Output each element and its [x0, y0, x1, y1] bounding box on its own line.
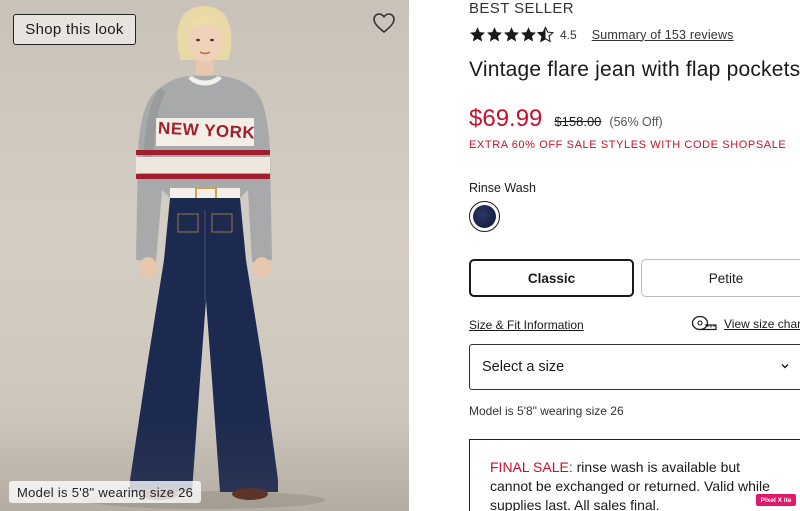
rating-summary: 4.5 Summary of 153 reviews [469, 26, 734, 43]
shop-this-look-button[interactable]: Shop this look [13, 14, 136, 45]
star-full-icon [504, 27, 519, 42]
tape-measure-icon [691, 315, 717, 331]
color-label: Rinse Wash [469, 181, 536, 195]
rating-value: 4.5 [560, 27, 577, 42]
star-full-icon [521, 27, 536, 42]
model-size-note: Model is 5'8" wearing size 26 [469, 404, 624, 418]
original-price: $158.00 [554, 114, 602, 129]
best-seller-badge: BEST SELLER [469, 0, 575, 17]
heart-outline-icon[interactable] [372, 12, 396, 34]
swatch-fill [473, 205, 496, 228]
size-chart-label: View size chart [724, 316, 800, 331]
discount-percent: (56% Off) [609, 115, 663, 129]
fit-option-petite[interactable]: Petite [641, 259, 800, 297]
size-fit-info-link[interactable]: Size & Fit Information [469, 318, 584, 332]
star-half-icon [537, 26, 554, 43]
size-select-dropdown[interactable]: Select a size [469, 344, 800, 390]
star-rating [469, 26, 554, 43]
product-image[interactable]: NEW YORK CIT Shop this look Model is 5'8… [0, 0, 409, 511]
sale-price: $69.99 [469, 105, 543, 132]
price-row: $69.99 $158.00 (56% Off) [469, 105, 663, 133]
final-sale-text: FINAL SALE: rinse wash is available but … [490, 458, 775, 511]
fit-option-classic[interactable]: Classic [469, 259, 634, 297]
final-sale-label: FINAL SALE: [490, 459, 573, 475]
star-full-icon [470, 27, 485, 42]
size-chart-link[interactable]: View size chart [691, 315, 800, 332]
chevron-down-icon [781, 364, 789, 369]
model-caption: Model is 5'8" wearing size 26 [9, 481, 202, 503]
star-full-icon [487, 27, 502, 42]
final-sale-notice: FINAL SALE: rinse wash is available but … [469, 439, 800, 511]
product-title: Vintage flare jean with flap pockets [469, 58, 800, 81]
reviews-summary-link[interactable]: Summary of 153 reviews [592, 28, 734, 42]
color-swatch-rinse-wash[interactable] [469, 201, 500, 232]
size-select-value: Select a size [482, 359, 565, 375]
promo-message: EXTRA 60% OFF SALE STYLES WITH CODE SHOP… [469, 139, 787, 151]
pixel-extension-badge[interactable]: Pixel X ite [756, 494, 796, 506]
